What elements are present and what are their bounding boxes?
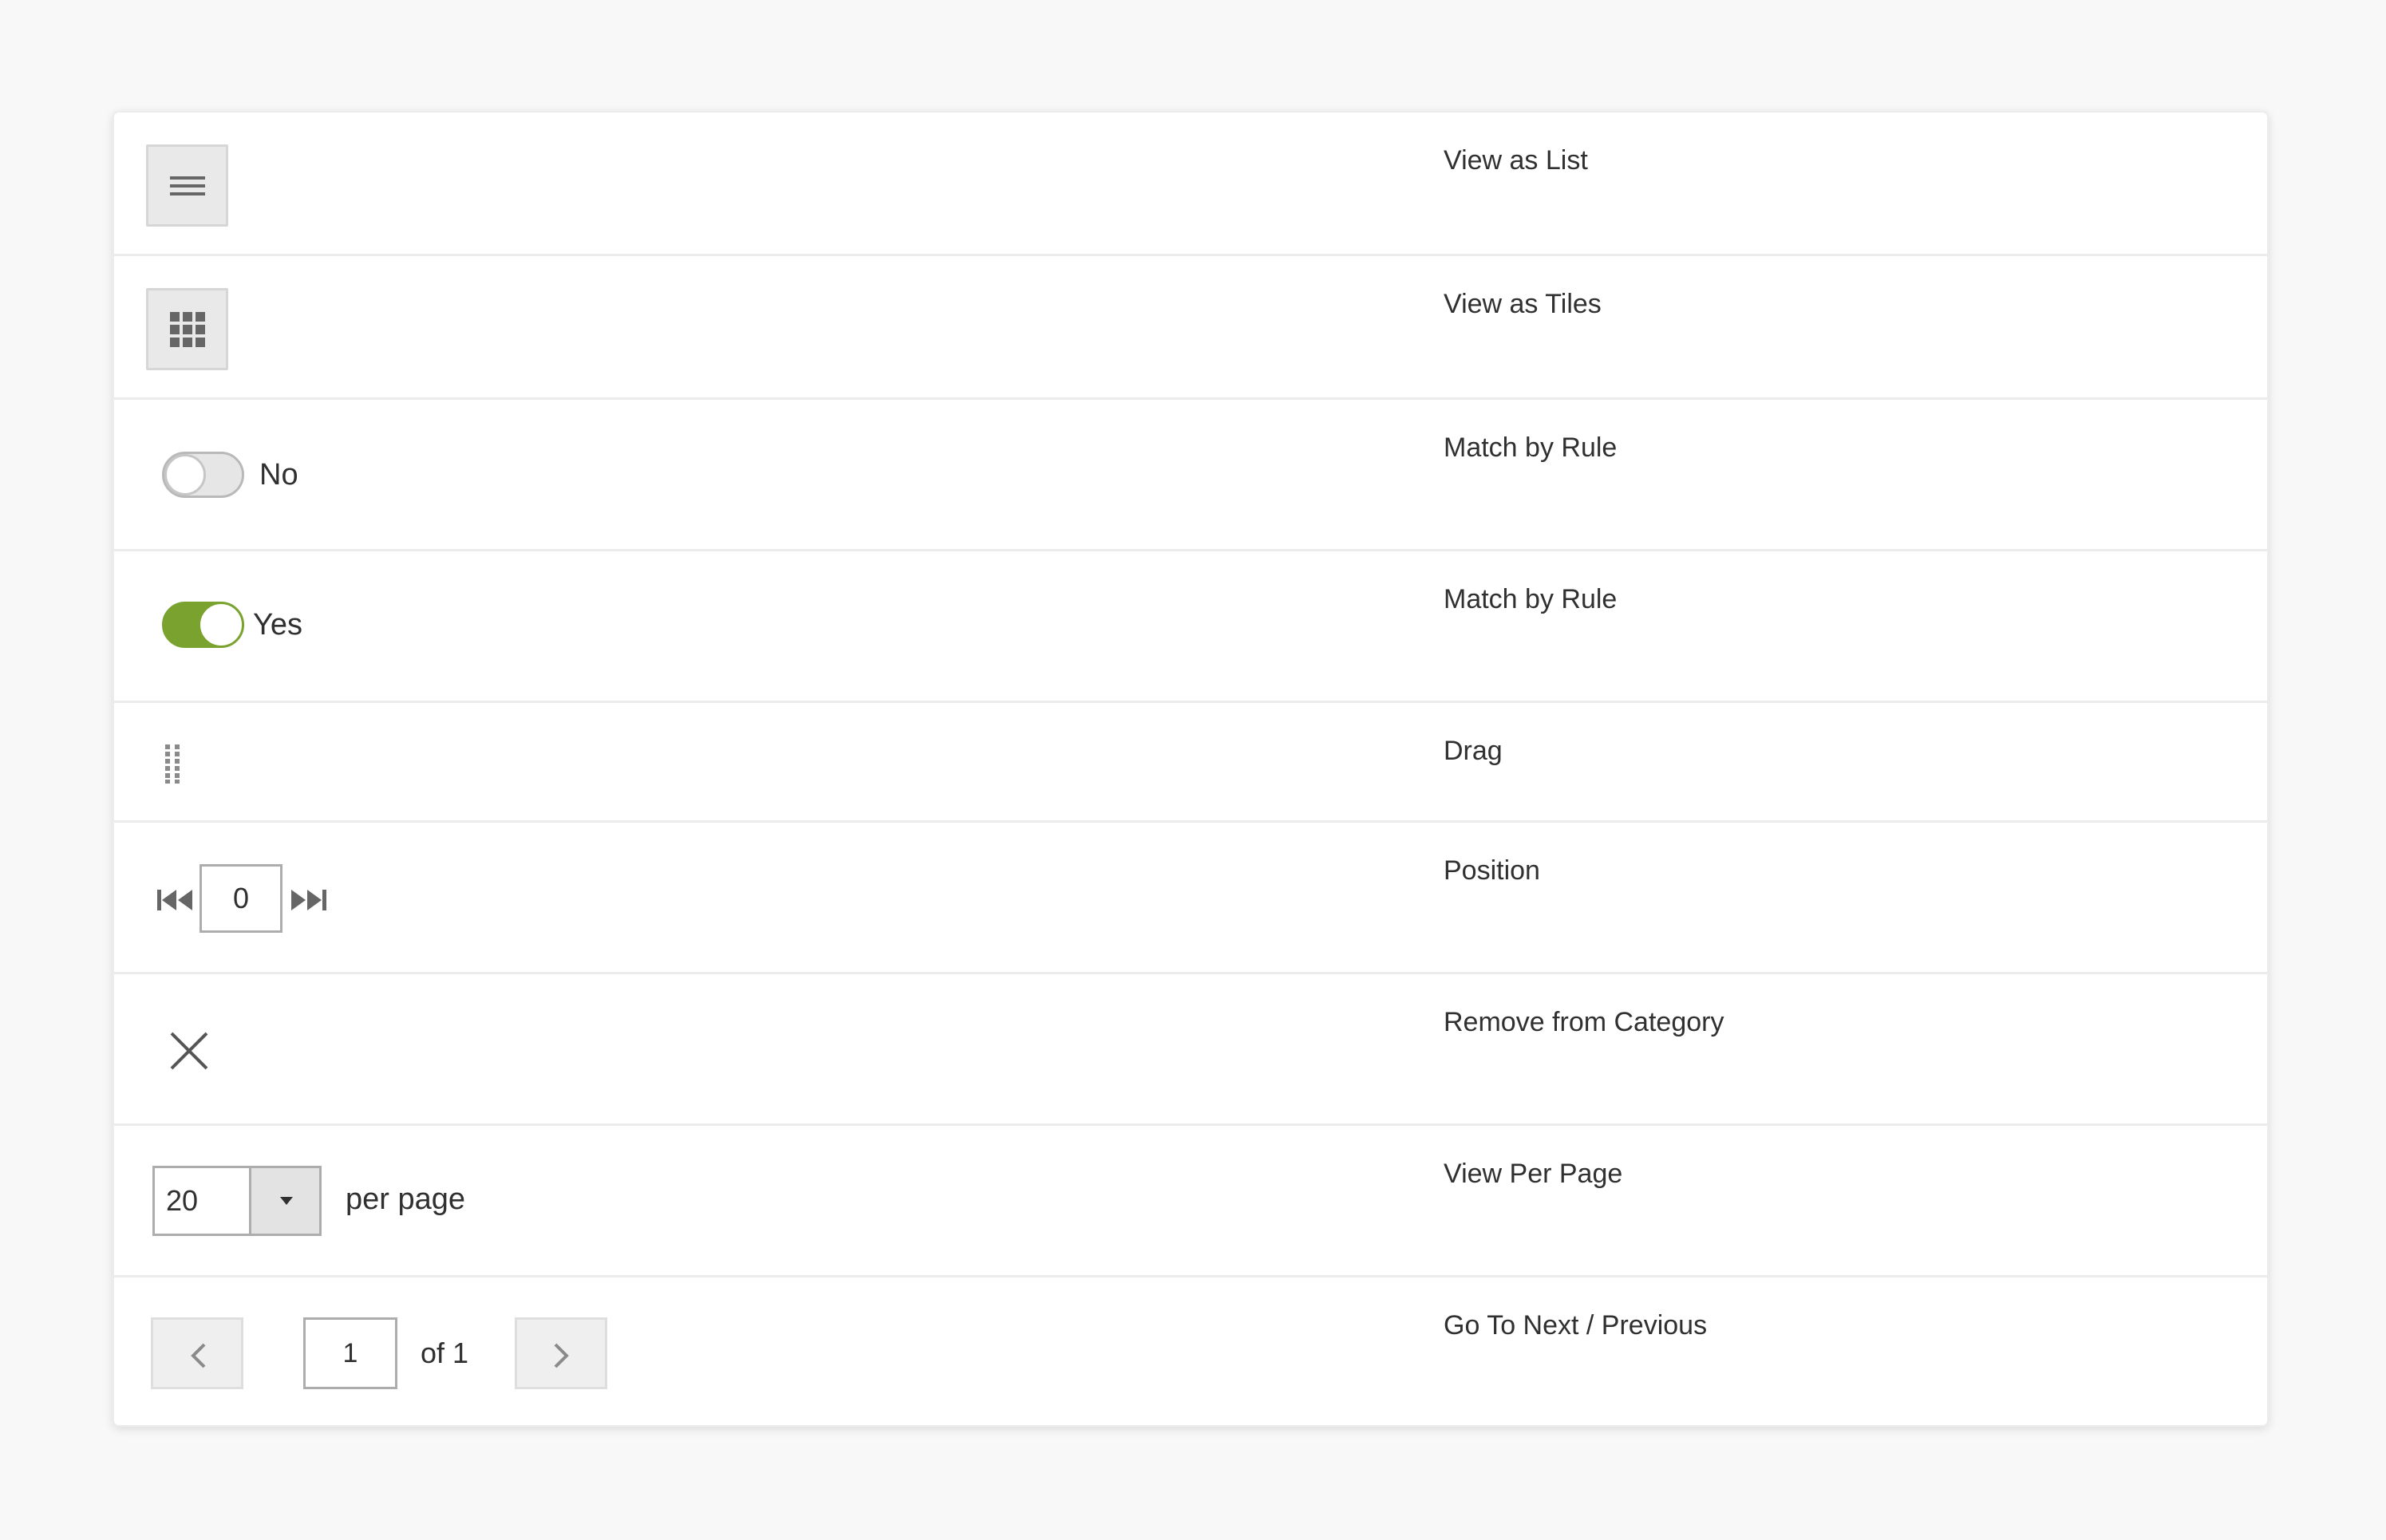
first-position-icon[interactable] xyxy=(156,886,194,914)
close-icon[interactable] xyxy=(167,1029,211,1073)
previous-page-button[interactable] xyxy=(151,1317,243,1389)
match-by-rule-switch-on[interactable] xyxy=(162,602,244,648)
row-label: View as Tiles xyxy=(1444,289,1602,319)
row-match-by-rule-no: No Match by Rule xyxy=(114,400,2267,551)
switch-state-text: No xyxy=(259,458,298,492)
row-label: Match by Rule xyxy=(1444,432,1618,463)
last-position-icon[interactable] xyxy=(290,886,328,914)
switch-knob xyxy=(164,454,206,496)
drag-handle-icon[interactable] xyxy=(162,743,184,784)
per-page-suffix: per page xyxy=(346,1183,466,1216)
row-label: View Per Page xyxy=(1444,1159,1623,1189)
row-drag: Drag xyxy=(114,703,2267,823)
caret-down-icon xyxy=(280,1197,293,1205)
row-match-by-rule-yes: Yes Match by Rule xyxy=(114,551,2267,703)
row-go-to-next-previous: 1 of 1 Go To Next / Previous xyxy=(114,1277,2267,1425)
chevron-left-icon xyxy=(191,1343,206,1368)
legend-card: View as List View as Tiles No Match by R… xyxy=(113,111,2269,1427)
row-position: 0 Position xyxy=(114,823,2267,974)
view-as-tiles-button[interactable] xyxy=(146,288,228,370)
next-page-button[interactable] xyxy=(515,1317,607,1389)
per-page-value: 20 xyxy=(166,1184,199,1217)
page-total-text: of 1 xyxy=(421,1337,469,1369)
current-page-input[interactable]: 1 xyxy=(303,1317,397,1389)
switch-knob xyxy=(200,604,242,646)
row-view-as-list: View as List xyxy=(114,113,2267,256)
row-label: Go To Next / Previous xyxy=(1444,1310,1708,1341)
row-label: Drag xyxy=(1444,736,1503,766)
grid-icon xyxy=(170,312,205,347)
row-label: View as List xyxy=(1444,145,1588,176)
chevron-right-icon xyxy=(554,1343,569,1368)
row-label: Position xyxy=(1444,855,1540,886)
switch-state-text: Yes xyxy=(253,608,302,642)
list-icon xyxy=(170,176,205,195)
match-by-rule-switch-off[interactable] xyxy=(162,452,244,498)
row-view-as-tiles: View as Tiles xyxy=(114,256,2267,400)
position-input[interactable]: 0 xyxy=(199,864,282,933)
per-page-dropdown-toggle[interactable] xyxy=(249,1168,319,1234)
per-page-select[interactable]: 20 xyxy=(152,1166,322,1236)
view-as-list-button[interactable] xyxy=(146,144,228,227)
row-label: Remove from Category xyxy=(1444,1007,1724,1037)
row-label: Match by Rule xyxy=(1444,584,1618,614)
row-remove-from-category: Remove from Category xyxy=(114,974,2267,1126)
row-view-per-page: 20 per page View Per Page xyxy=(114,1126,2267,1277)
